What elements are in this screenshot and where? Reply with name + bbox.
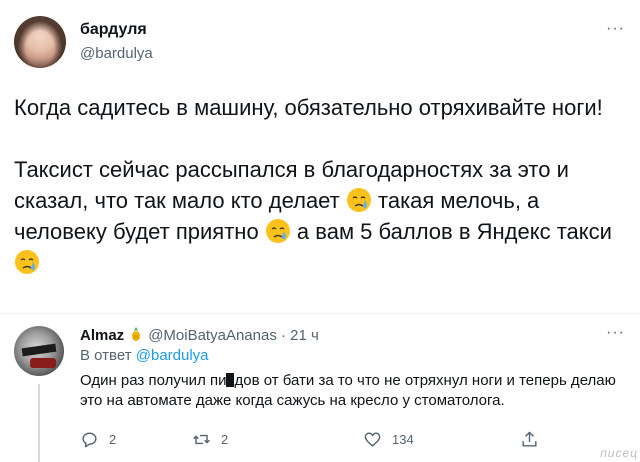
like-count: 134 [392,431,414,447]
reply-button[interactable]: 2 [80,428,116,450]
heart-icon [364,431,381,447]
reply-display-name[interactable]: Almaz [80,327,124,344]
more-options-icon[interactable]: ··· [606,20,625,38]
face-holding-back-tears-icon [14,249,40,275]
tweet-paragraph-1: Когда садитесь в машину, обязательно отр… [14,95,603,120]
reply-avatar[interactable] [14,326,64,376]
share-icon [522,431,537,447]
reply-handle[interactable]: @MoiBatyaAnanas [148,327,277,344]
reply-text: Один раз получил пи дов от бати за то что… [80,371,625,411]
reply-text-part1: Один раз получил пи [80,372,227,389]
meta-separator: · [281,327,286,344]
tweet-text: Когда садитесь в машину, обязательно отр… [14,92,626,278]
retweet-button[interactable]: 2 [192,428,228,450]
reply-tweet[interactable]: Almaz @MoiBatyaAnanas · 21 ч ··· В ответ … [0,314,640,462]
pineapple-icon [128,326,144,342]
tweet-paragraph-2: Таксист сейчас рассыпался в благодарност… [14,154,626,278]
thread-line [38,384,40,462]
reply-prefix: В ответ [80,347,132,364]
more-options-icon[interactable]: ··· [606,324,625,342]
reply-icon [82,431,97,447]
share-button[interactable] [520,428,549,450]
avatar[interactable] [14,16,66,68]
reply-header: Almaz @MoiBatyaAnanas · 21 ч [80,326,319,344]
retweet-icon [193,434,210,444]
replying-to: В ответ @bardulya [80,347,209,364]
reply-to-link[interactable]: @bardulya [136,347,209,364]
tweet-text-part3: а вам 5 баллов в Яндекс такси [290,219,612,244]
face-holding-back-tears-icon [346,187,372,213]
reply-time[interactable]: 21 ч [290,327,319,344]
face-holding-back-tears-icon [265,218,291,244]
display-name[interactable]: бардуля [80,21,147,39]
like-button[interactable]: 134 [363,428,414,450]
retweet-count: 2 [221,431,229,447]
reply-count: 2 [109,431,117,447]
action-bar: 2 2 134 [80,428,560,450]
user-handle[interactable]: @bardulya [80,45,153,62]
watermark: писец [600,446,638,460]
